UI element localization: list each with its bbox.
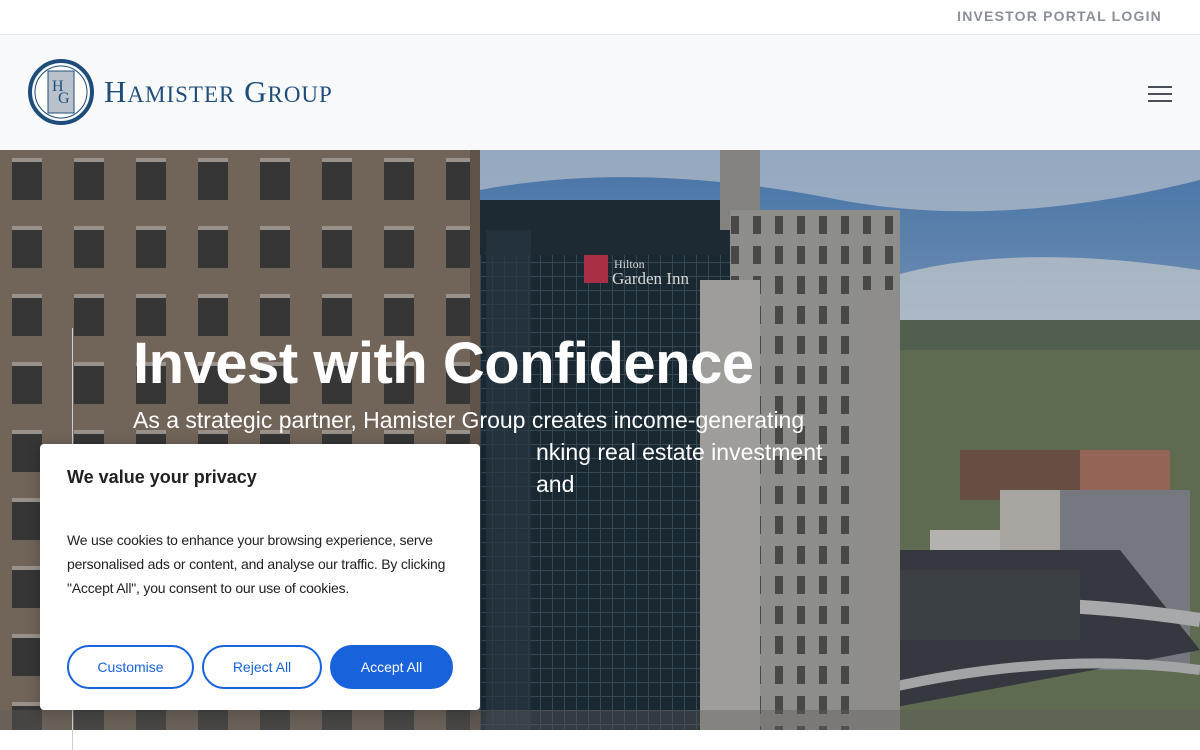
hg-monogram-icon: H G [28,59,94,125]
svg-text:G: G [58,90,70,107]
cookie-consent-dialog: We value your privacy We use cookies to … [40,444,480,710]
hero-title: Invest with Confidence [133,331,754,396]
cookie-dialog-title: We value your privacy [67,467,257,487]
site-header: H G HAMISTER GROUP [0,35,1200,150]
accept-all-button[interactable]: Accept All [330,645,453,689]
hamburger-menu-icon[interactable] [1148,86,1172,104]
reject-all-button[interactable]: Reject All [202,645,322,689]
cookie-dialog-text: We use cookies to enhance your browsing … [67,532,446,596]
investor-portal-login-link[interactable]: INVESTOR PORTAL LOGIN [957,8,1162,24]
hamister-group-logo[interactable]: H G HAMISTER GROUP [28,59,333,125]
hero-subtitle-line-1: As a strategic partner, Hamister Group c… [133,407,805,433]
utility-bar: INVESTOR PORTAL LOGIN [0,0,1200,35]
logo-wordmark: HAMISTER GROUP [104,74,333,109]
customise-button[interactable]: Customise [67,645,194,689]
